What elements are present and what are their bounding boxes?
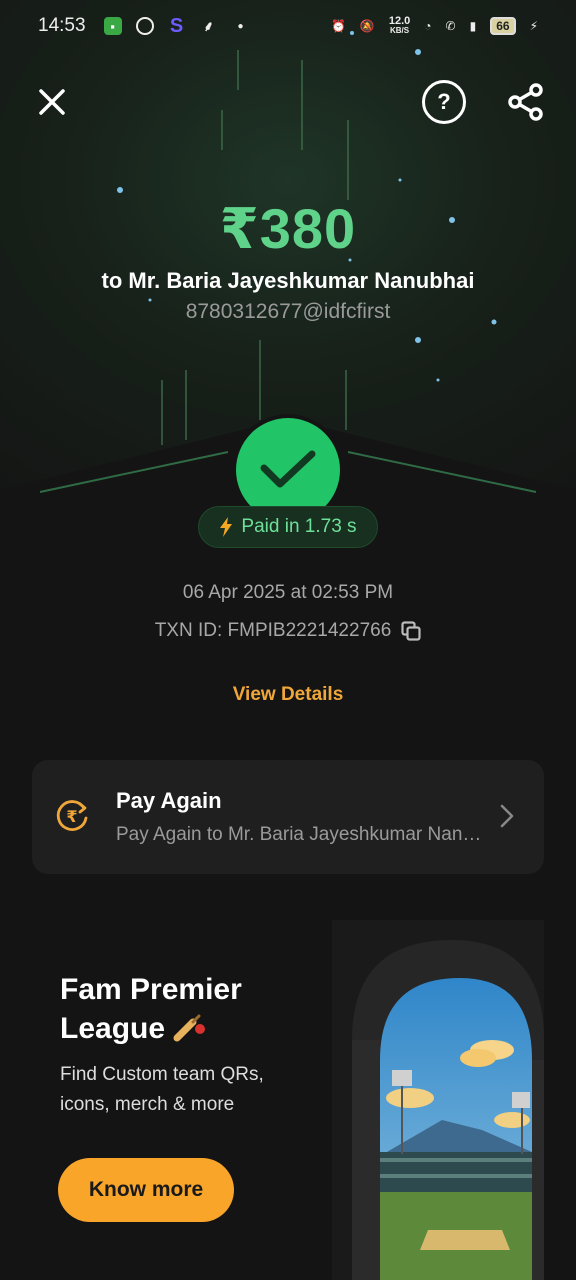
pay-again-card[interactable]: ₹ Pay Again Pay Again to Mr. Baria Jayes… [32, 760, 544, 874]
promo-banner[interactable]: Fam Premier League Find Custom team QRs,… [32, 900, 544, 1280]
status-time: 14:53 [38, 15, 86, 36]
promo-title: Fam Premier League [60, 970, 300, 1048]
signal-icon: ▮ [469, 19, 477, 33]
share-button[interactable] [504, 80, 548, 124]
net-speed: 12.0 KB/S [389, 16, 410, 36]
net-speed-value: 12.0 [388, 15, 411, 27]
checkmark-icon [260, 450, 316, 488]
paid-time-badge: Paid in 1.73 s [198, 506, 378, 548]
view-details-link[interactable]: View Details [0, 684, 576, 706]
paid-time-label: Paid in 1.73 s [241, 516, 357, 537]
promo-title-line1: Fam Premier [60, 973, 242, 1006]
stadium-arch-illustration [332, 920, 544, 1280]
help-icon: ? [437, 89, 451, 114]
transaction-date: 06 Apr 2025 at 02:53 PM [182, 582, 394, 603]
notification-icons: ▪ S ⸙ ● [103, 14, 250, 37]
system-icons: ⏰ 🔕 12.0 KB/S ◔ ✆ ▮ 66 ⚡ [331, 16, 538, 36]
pay-again-title: Pay Again [116, 788, 222, 813]
copy-icon[interactable] [401, 621, 421, 641]
rupee-repeat-icon: ₹ [56, 800, 88, 831]
call-icon: ✆ [445, 19, 456, 33]
close-button[interactable] [30, 80, 74, 124]
messages-icon: ▪ [103, 17, 122, 35]
flash-app-icon: ⸙ [203, 17, 214, 34]
share-icon [508, 83, 543, 121]
alarm-icon: ⏰ [330, 19, 346, 33]
mute-bell-icon: 🔕 [359, 19, 375, 33]
status-bar: 14:53 ▪ S ⸙ ● ⏰ 🔕 12.0 KB/S ◔ ✆ ▮ 66 ⚡ [0, 0, 576, 52]
payee-upi-id: 8780312677@idfcfirst [185, 300, 391, 323]
transaction-id-row: TXN ID: FMPIB2221422766 [0, 620, 576, 642]
battery-icon: 66 [490, 17, 516, 35]
charging-icon: ⚡ [529, 19, 538, 33]
lightning-icon [220, 517, 233, 537]
wifi-icon: ◔ [424, 19, 432, 33]
chevron-right-icon [500, 804, 514, 828]
know-more-button[interactable]: Know more [58, 1158, 234, 1222]
cricket-bat-icon [173, 1014, 206, 1042]
promo-title-line2: League [60, 1012, 166, 1045]
payment-amount: ₹380 [219, 197, 357, 260]
whatsapp-icon [135, 17, 154, 35]
more-dot-icon: ● [237, 20, 244, 32]
net-speed-unit: KB/S [390, 26, 410, 35]
close-icon [39, 89, 65, 115]
svg-text:₹: ₹ [66, 807, 77, 826]
s-app-icon: S [169, 14, 184, 37]
payee-name: to Mr. Baria Jayeshkumar Nanubhai [101, 268, 475, 293]
promo-description: Find Custom team QRs, icons, merch & mor… [60, 1064, 264, 1115]
transaction-id: TXN ID: FMPIB2221422766 [154, 620, 392, 641]
pay-again-subtitle: Pay Again to Mr. Baria Jayeshkumar Nanub… [116, 824, 486, 845]
help-button[interactable]: ? [422, 80, 466, 124]
